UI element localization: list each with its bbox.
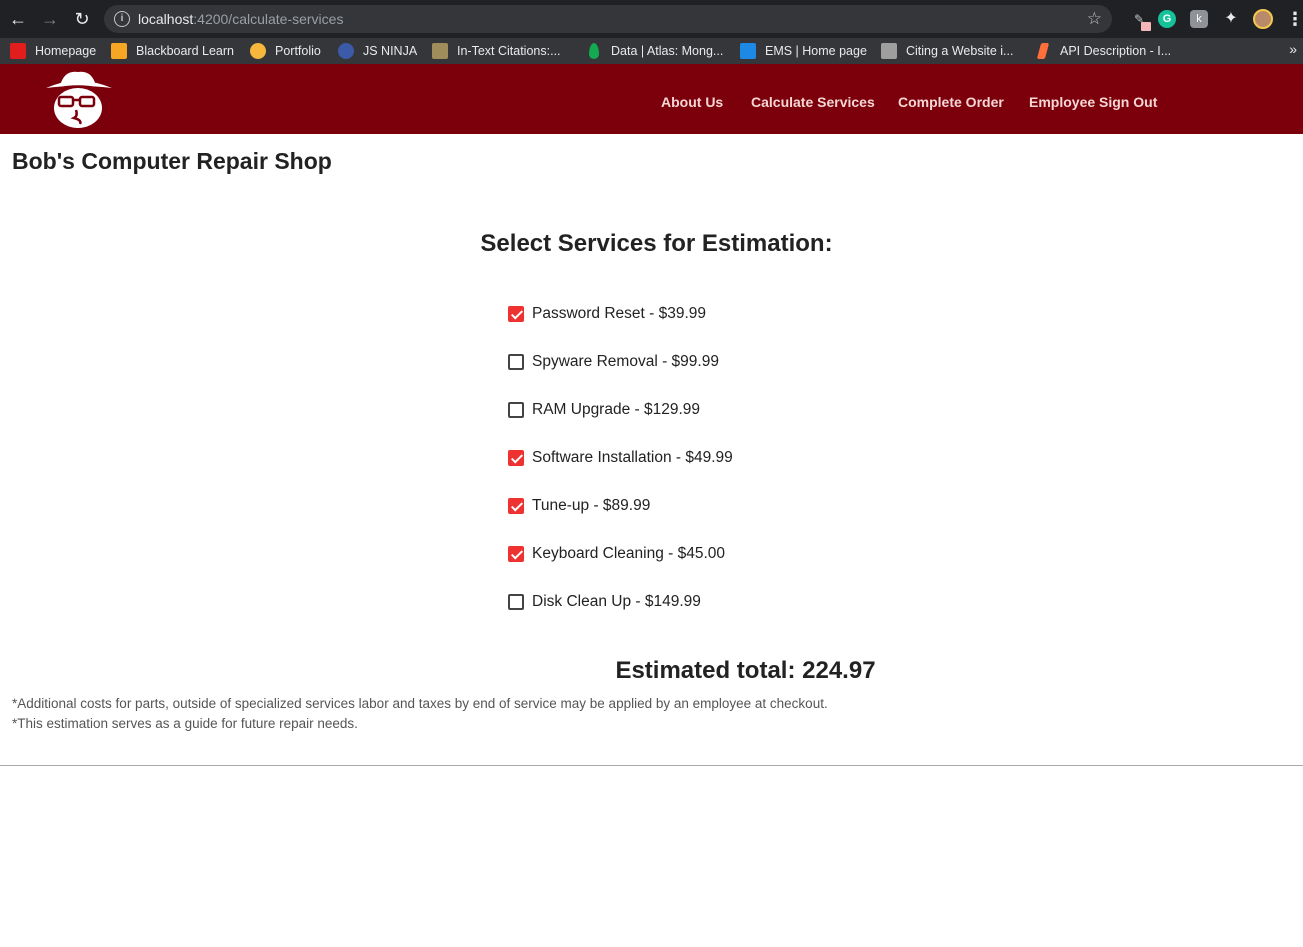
bookmark-label: In-Text Citations:... — [457, 44, 561, 58]
address-url[interactable]: localhost:4200/calculate-services — [138, 11, 343, 27]
disclaimer-note: *This estimation serves as a guide for f… — [12, 716, 358, 731]
browser-menu-icon[interactable]: ⋮ — [1286, 10, 1303, 28]
service-label: RAM Upgrade - $129.99 — [532, 401, 701, 418]
mongodb-leaf-icon — [589, 43, 599, 59]
bookmark-label: API Description - I... — [1060, 44, 1172, 58]
url-path: :4200/calculate-services — [193, 11, 344, 27]
service-option[interactable]: Disk Clean Up - $149.99 — [508, 591, 701, 613]
bookmark-js-ninja[interactable]: JS NINJA — [338, 42, 417, 60]
site-info-icon[interactable]: i — [114, 11, 130, 27]
bookmark-star-icon[interactable]: ☆ — [1087, 9, 1102, 29]
service-checkbox[interactable] — [508, 306, 524, 322]
service-checkbox[interactable] — [508, 402, 524, 418]
bookmark-ems[interactable]: EMS | Home page — [740, 42, 867, 60]
url-host: localhost — [138, 11, 194, 27]
service-option[interactable]: Tune-up - $89.99 — [508, 495, 650, 517]
service-checkbox[interactable] — [508, 498, 524, 514]
section-title: Select Services for Estimation: — [480, 230, 833, 257]
bookmark-label: Blackboard Learn — [136, 44, 234, 58]
bookmark-label: Homepage — [35, 44, 97, 58]
bookmark-citing-website[interactable]: Citing a Website i... — [881, 42, 1013, 60]
bookmark-label: Citing a Website i... — [906, 44, 1014, 58]
service-checkbox[interactable] — [508, 594, 524, 610]
grammarly-extension-icon[interactable]: G — [1158, 10, 1176, 28]
estimated-total: Estimated total: 224.97 — [0, 657, 1233, 685]
shop-name-heading: Bob's Computer Repair Shop — [12, 148, 332, 174]
bookmark-label: Portfolio — [275, 44, 321, 58]
service-label: Spyware Removal - $99.99 — [532, 353, 719, 370]
footer-divider — [0, 765, 1303, 766]
bookmark-label: JS NINJA — [363, 44, 418, 58]
reload-icon[interactable]: ↻ — [72, 9, 92, 29]
purdue-owl-icon — [432, 43, 448, 59]
service-checkbox[interactable] — [508, 546, 524, 562]
bookmark-label: Data | Atlas: Mong... — [611, 44, 724, 58]
lightning-icon — [1036, 43, 1050, 59]
ems-icon — [740, 43, 756, 59]
nav-about-us[interactable]: About Us — [661, 94, 723, 110]
browser-toolbar: ← → ↻ i localhost:4200/calculate-service… — [0, 0, 1303, 38]
bookmark-mongodb[interactable]: Data | Atlas: Mong... — [586, 42, 723, 60]
ninja-icon — [338, 43, 354, 59]
service-label: Software Installation - $49.99 — [532, 449, 733, 466]
forward-arrow-icon[interactable]: → — [40, 9, 60, 29]
blackboard-icon — [111, 43, 127, 59]
logo-icon[interactable] — [42, 70, 114, 130]
nav-employee-sign-out[interactable]: Employee Sign Out — [1029, 94, 1157, 110]
oracle-icon — [10, 43, 26, 59]
service-option[interactable]: Keyboard Cleaning - $45.00 — [508, 543, 725, 565]
bookmark-label: EMS | Home page — [765, 44, 867, 58]
service-option[interactable]: Password Reset - $39.99 — [508, 303, 706, 325]
bookmarks-overflow-icon[interactable]: » — [1289, 41, 1297, 57]
service-label: Keyboard Cleaning - $45.00 — [532, 545, 726, 562]
bookmark-homepage[interactable]: Homepage — [10, 42, 96, 60]
smiley-icon — [250, 43, 266, 59]
service-label: Tune-up - $89.99 — [532, 497, 651, 514]
extensions-puzzle-icon[interactable]: ✦ — [1222, 10, 1240, 28]
service-option[interactable]: Spyware Removal - $99.99 — [508, 351, 719, 373]
nav-calculate-services[interactable]: Calculate Services — [751, 94, 875, 110]
k-extension-icon[interactable]: k — [1190, 10, 1208, 28]
service-option[interactable]: RAM Upgrade - $129.99 — [508, 399, 700, 421]
nav-complete-order[interactable]: Complete Order — [898, 94, 1004, 110]
pen-extension-icon[interactable]: ✎ — [1130, 10, 1151, 31]
service-label: Disk Clean Up - $149.99 — [532, 593, 701, 610]
bookmarks-bar: Homepage Blackboard Learn Portfolio JS N… — [0, 38, 1303, 64]
address-bar[interactable]: i localhost:4200/calculate-services ☆ — [104, 5, 1112, 33]
estimated-total-text: Estimated total: 224.97 — [615, 657, 876, 684]
citation-icon — [881, 43, 897, 59]
profile-avatar-icon[interactable] — [1253, 9, 1273, 29]
app-navbar: About Us Calculate Services Complete Ord… — [0, 64, 1303, 134]
bookmark-portfolio[interactable]: Portfolio — [250, 42, 321, 60]
bookmark-blackboard[interactable]: Blackboard Learn — [111, 42, 234, 60]
service-checkbox[interactable] — [508, 450, 524, 466]
bookmark-api-description[interactable]: API Description - I... — [1035, 42, 1171, 60]
disclaimer-note: *Additional costs for parts, outside of … — [12, 696, 828, 711]
service-label: Password Reset - $39.99 — [532, 305, 707, 322]
service-checkbox[interactable] — [508, 354, 524, 370]
bookmark-citations[interactable]: In-Text Citations:... — [432, 42, 561, 60]
back-arrow-icon[interactable]: ← — [8, 9, 28, 29]
service-option[interactable]: Software Installation - $49.99 — [508, 447, 733, 469]
